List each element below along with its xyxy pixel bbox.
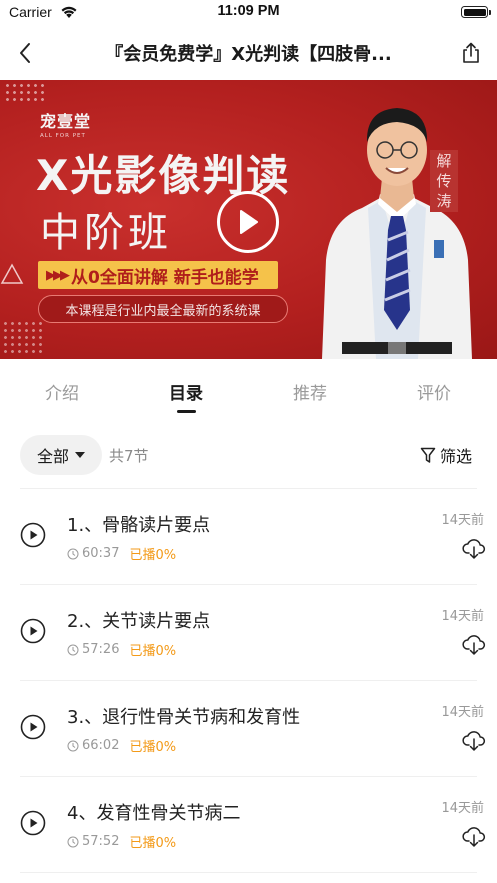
lesson-meta: 66:02 已播0% (67, 736, 176, 755)
lesson-row[interactable]: 3.、退行性骨关节病和发育性 66:02 已播0% 14天前 (0, 680, 497, 776)
all-lessons-dropdown[interactable]: 全部 (20, 435, 102, 475)
share-icon (463, 42, 479, 63)
banner-subheadline: 中阶班 (40, 210, 172, 256)
play-circle-icon (20, 714, 46, 740)
brand-logo-subtext: ALL FOR PET (40, 133, 86, 139)
clock-icon (67, 836, 79, 847)
brand-logo-text: 宠壹堂 (40, 112, 92, 131)
decorative-dots (2, 320, 46, 354)
lesson-progress: 已播0% (129, 836, 177, 851)
lesson-duration: 57:52 (82, 834, 120, 849)
chevron-left-icon (20, 43, 30, 63)
tab-catalog[interactable]: 目录 (124, 379, 248, 404)
brand-logo: 宠壹堂 ALL FOR PET (40, 108, 110, 140)
play-icon (240, 210, 258, 234)
lesson-filter-bar: 全部 共7节 筛选 (0, 433, 497, 479)
battery-tip (489, 10, 491, 15)
share-button[interactable] (456, 38, 486, 68)
lesson-title: 4、发育性骨关节病二 (67, 803, 241, 824)
status-bar: Carrier 11:09 PM (0, 0, 497, 26)
lesson-meta: 57:26 已播0% (67, 640, 176, 659)
tab-recommend[interactable]: 推荐 (248, 379, 372, 404)
cloud-download-icon[interactable] (462, 826, 486, 848)
course-tabs: 介绍 目录 推荐 评价 (0, 359, 497, 421)
teacher-name-char: 解 (436, 152, 452, 170)
banner-subtitle: 本课程是行业内最全最新的系统课 (38, 295, 288, 323)
lesson-row[interactable]: 2.、关节读片要点 57:26 已播0% 14天前 (0, 584, 497, 680)
triangle-decoration-icon (0, 263, 24, 284)
active-tab-indicator (177, 410, 196, 413)
back-button[interactable] (10, 38, 40, 68)
lesson-duration: 60:37 (82, 546, 120, 561)
lesson-date: 14天前 (441, 609, 484, 624)
course-video-cover[interactable]: 宠壹堂 ALL FOR PET X光影像判读 中阶班 ▶▶▶ 从0全面讲解 新手… (0, 80, 497, 359)
lesson-row[interactable]: 4、发育性骨关节病二 57:52 已播0% 14天前 (0, 776, 497, 872)
lesson-duration: 57:26 (82, 642, 120, 657)
lesson-row[interactable]: 1.、骨骼读片要点 60:37 已播0% 14天前 (0, 488, 497, 584)
lesson-count: 共7节 (109, 447, 149, 465)
lesson-progress: 已播0% (129, 740, 177, 755)
teacher-name-char: 涛 (436, 192, 452, 210)
clock-icon (67, 644, 79, 655)
banner-tagline-text: 从0全面讲解 新手也能学 (71, 267, 259, 288)
lesson-date: 14天前 (441, 801, 484, 816)
triple-arrow-icon: ▶▶▶ (46, 267, 70, 283)
play-video-button[interactable] (217, 191, 279, 253)
teacher-name-tag: 解 传 涛 (430, 150, 458, 212)
teacher-photo (322, 108, 472, 359)
lesson-date: 14天前 (441, 513, 484, 528)
clock-icon (67, 548, 79, 559)
caret-down-icon (75, 452, 85, 458)
lesson-duration: 66:02 (82, 738, 120, 753)
lesson-title: 3.、退行性骨关节病和发育性 (67, 707, 301, 728)
navigation-bar: 『会员免费学』X光判读【四肢骨... (0, 26, 497, 80)
page-title: 『会员免费学』X光判读【四肢骨... (105, 44, 392, 65)
filter-button[interactable]: 筛选 (420, 443, 472, 467)
lesson-meta: 60:37 已播0% (67, 544, 176, 563)
divider (20, 872, 477, 873)
clock-icon (67, 740, 79, 751)
cloud-download-icon[interactable] (462, 634, 486, 656)
lesson-date: 14天前 (441, 705, 484, 720)
teacher-name-char: 传 (436, 172, 452, 190)
dropdown-label: 全部 (36, 447, 69, 466)
play-circle-icon (20, 522, 46, 548)
funnel-icon (420, 447, 436, 463)
decorative-dots (4, 82, 46, 104)
play-circle-icon (20, 810, 46, 836)
filter-label: 筛选 (440, 447, 473, 466)
tab-reviews[interactable]: 评价 (372, 379, 496, 404)
cloud-download-icon[interactable] (462, 730, 486, 752)
cloud-download-icon[interactable] (462, 538, 486, 560)
lesson-progress: 已播0% (129, 548, 177, 563)
banner-tagline: ▶▶▶ 从0全面讲解 新手也能学 (38, 261, 278, 289)
lesson-meta: 57:52 已播0% (67, 832, 176, 851)
clock: 11:09 PM (217, 3, 280, 19)
play-circle-icon (20, 618, 46, 644)
lesson-title: 1.、骨骼读片要点 (67, 515, 211, 536)
lesson-title: 2.、关节读片要点 (67, 611, 211, 632)
battery-icon (461, 6, 488, 18)
tab-intro[interactable]: 介绍 (0, 379, 124, 404)
lesson-progress: 已播0% (129, 644, 177, 659)
